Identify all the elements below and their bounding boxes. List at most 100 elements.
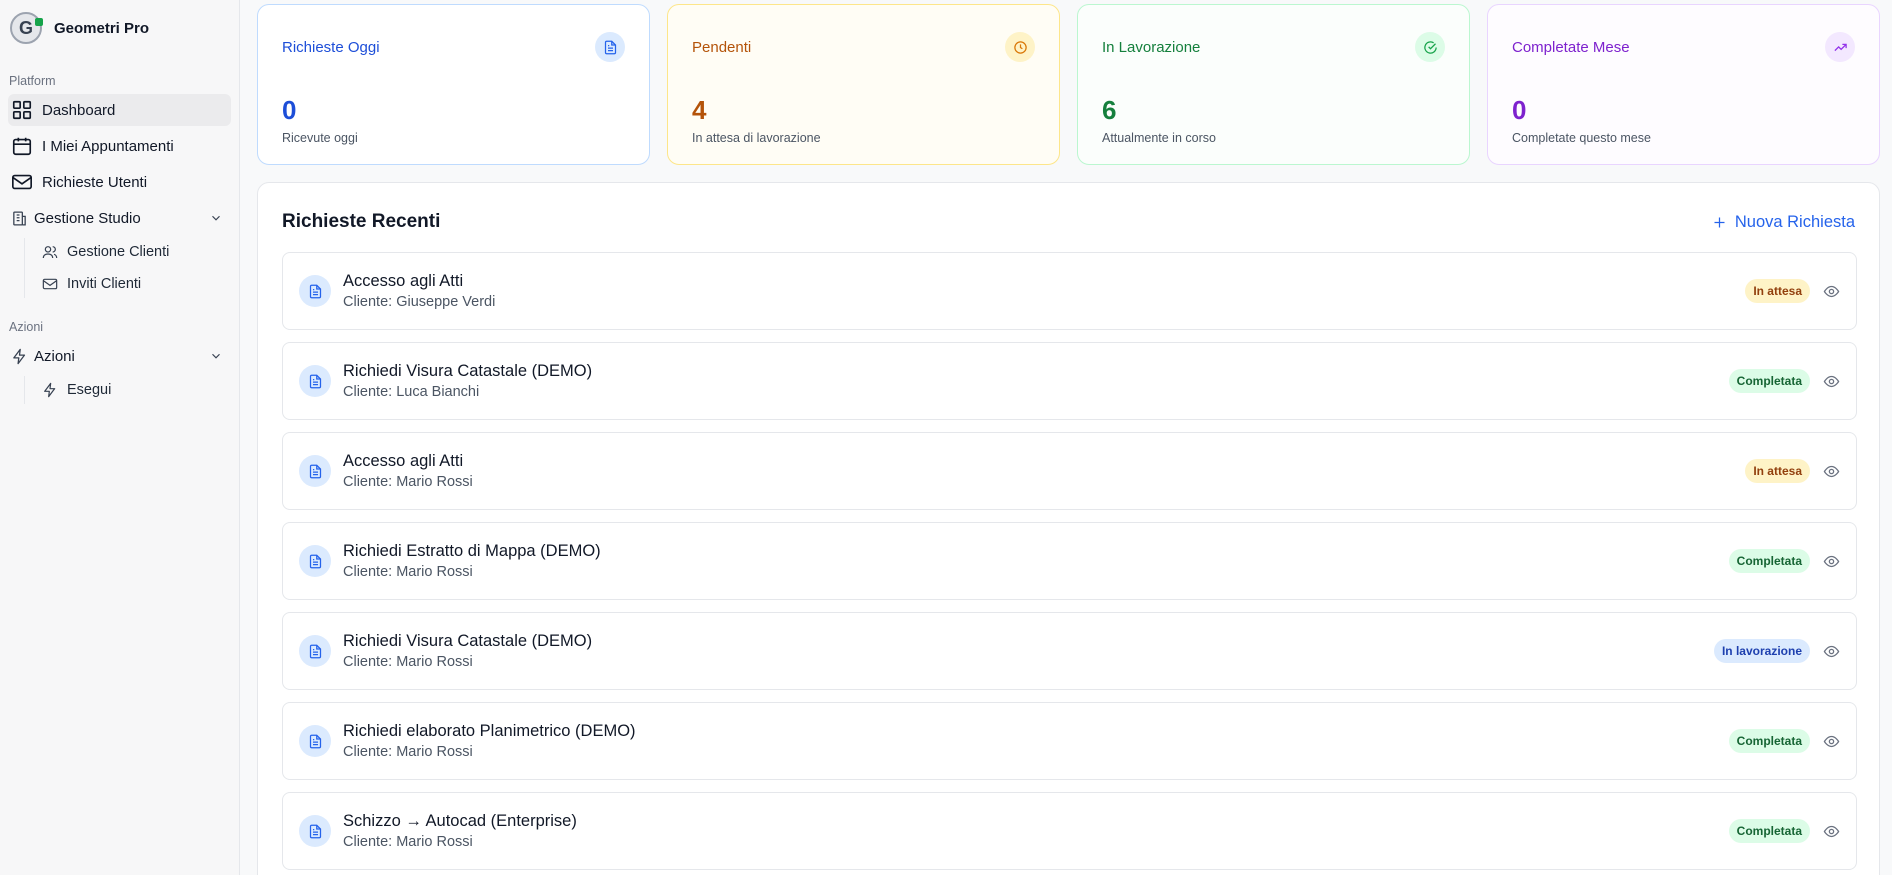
stat-desc: Completate questo mese (1512, 131, 1651, 145)
new-request-label: Nuova Richiesta (1734, 212, 1855, 231)
stat-desc: In attesa di lavorazione (692, 131, 821, 145)
request-title: Schizzo → Autocad (Enterprise) (343, 812, 577, 830)
sidebar: G Geometri Pro Platform Dashboard I Miei… (0, 0, 240, 875)
sidebar-group-label: Gestione Studio (34, 209, 141, 227)
group-label-platform: Platform (9, 74, 56, 88)
request-row[interactable]: Richiedi Visura Catastale (DEMO) Cliente… (282, 612, 1857, 690)
file-icon (299, 635, 331, 667)
sidebar-item-label: Gestione Clienti (67, 244, 170, 260)
stat-card-pendenti[interactable]: Pendenti 4 In attesa di lavorazione (667, 4, 1060, 165)
brand-name: Geometri Pro (54, 19, 150, 37)
request-row[interactable]: Schizzo → Autocad (Enterprise) Cliente: … (282, 792, 1857, 870)
bolt-icon (10, 347, 28, 365)
eye-icon[interactable] (1822, 282, 1840, 300)
chevron-down-icon (209, 349, 223, 363)
request-client: Cliente: Luca Bianchi (343, 384, 480, 400)
file-icon (299, 815, 331, 847)
file-icon (299, 545, 331, 577)
sidebar-group-gestione-studio[interactable]: Gestione Studio (8, 202, 231, 234)
check-circle-icon (1415, 32, 1445, 62)
request-client: Cliente: Mario Rossi (343, 654, 473, 670)
request-row[interactable]: Richiedi Visura Catastale (DEMO) Cliente… (282, 342, 1857, 420)
eye-icon[interactable] (1822, 552, 1840, 570)
sidebar-item-richieste-utenti[interactable]: Richieste Utenti (8, 166, 231, 198)
brand-logo-icon: G (10, 12, 43, 44)
sidebar-item-label: Inviti Clienti (67, 276, 142, 292)
request-title: Richiedi elaborato Planimetrico (DEMO) (343, 722, 636, 740)
eye-icon[interactable] (1822, 642, 1840, 660)
sidebar-group-azioni[interactable]: Azioni (8, 340, 231, 372)
stats-row: Richieste Oggi 0 Ricevute oggi Pendenti … (257, 4, 1880, 165)
sidebar-item-appuntamenti[interactable]: I Miei Appuntamenti (8, 130, 231, 162)
calendar-icon (10, 134, 34, 158)
stat-title: Completate Mese (1512, 39, 1630, 56)
request-row[interactable]: Accesso agli Atti Cliente: Giuseppe Verd… (282, 252, 1857, 330)
mail-icon (41, 275, 59, 293)
sidebar-item-inviti-clienti[interactable]: Inviti Clienti (33, 270, 231, 298)
stat-title: Richieste Oggi (282, 39, 380, 56)
request-row[interactable]: Accesso agli Atti Cliente: Mario Rossi I… (282, 432, 1857, 510)
file-icon (299, 725, 331, 757)
stat-card-in-lavorazione[interactable]: In Lavorazione 6 Attualmente in corso (1077, 4, 1470, 165)
status-badge: In attesa (1745, 459, 1810, 483)
stat-value: 0 (1512, 95, 1527, 125)
request-title: Accesso agli Atti (343, 272, 464, 290)
status-badge: Completata (1728, 819, 1810, 843)
stat-value: 6 (1102, 95, 1117, 125)
sidebar-item-label: Esegui (67, 382, 112, 398)
sidebar-item-label: I Miei Appuntamenti (42, 137, 174, 155)
file-icon (595, 32, 625, 62)
request-client: Cliente: Mario Rossi (343, 474, 473, 490)
status-badge: Completata (1728, 729, 1810, 753)
request-row[interactable]: Richiedi Estratto di Mappa (DEMO) Client… (282, 522, 1857, 600)
status-badge: In attesa (1745, 279, 1810, 303)
stat-card-completate-mese[interactable]: Completate Mese 0 Completate questo mese (1487, 4, 1880, 165)
stat-desc: Ricevute oggi (282, 131, 358, 145)
building-icon (10, 209, 28, 227)
main-content: Richieste Oggi 0 Ricevute oggi Pendenti … (240, 0, 1892, 875)
group-label-azioni: Azioni (9, 320, 44, 334)
eye-icon[interactable] (1822, 822, 1840, 840)
sidebar-item-esegui[interactable]: Esegui (33, 376, 231, 404)
status-badge: In lavorazione (1713, 639, 1810, 663)
plus-icon (1712, 215, 1727, 230)
panel-header: Richieste Recenti Nuova Richiesta (282, 209, 1855, 235)
request-client: Cliente: Mario Rossi (343, 834, 473, 850)
stat-value: 4 (692, 95, 707, 125)
stat-title: Pendenti (692, 39, 752, 56)
request-client: Cliente: Mario Rossi (343, 744, 473, 760)
status-badge: Completata (1728, 549, 1810, 573)
request-client: Cliente: Mario Rossi (343, 564, 473, 580)
request-title: Richiedi Visura Catastale (DEMO) (343, 632, 593, 650)
file-icon (299, 455, 331, 487)
request-client: Cliente: Giuseppe Verdi (343, 294, 496, 310)
file-icon (299, 365, 331, 397)
recent-requests-panel: Richieste Recenti Nuova Richiesta Access… (257, 182, 1880, 875)
sidebar-item-dashboard[interactable]: Dashboard (8, 94, 231, 126)
panel-title: Richieste Recenti (282, 211, 441, 232)
stat-card-richieste-oggi[interactable]: Richieste Oggi 0 Ricevute oggi (257, 4, 650, 165)
users-icon (41, 243, 59, 261)
chevron-down-icon (209, 211, 223, 225)
stat-desc: Attualmente in corso (1102, 131, 1216, 145)
mail-icon (10, 170, 34, 194)
request-title: Richiedi Visura Catastale (DEMO) (343, 362, 593, 380)
stat-title: In Lavorazione (1102, 39, 1201, 56)
eye-icon[interactable] (1822, 462, 1840, 480)
request-row[interactable]: Richiedi elaborato Planimetrico (DEMO) C… (282, 702, 1857, 780)
new-request-button[interactable]: Nuova Richiesta (1712, 213, 1855, 232)
eye-icon[interactable] (1822, 732, 1840, 750)
status-badge: Completata (1728, 369, 1810, 393)
stat-value: 0 (282, 95, 297, 125)
bolt-icon (41, 381, 59, 399)
sidebar-item-label: Dashboard (42, 101, 116, 119)
sidebar-group-label: Azioni (34, 347, 75, 365)
request-title: Richiedi Estratto di Mappa (DEMO) (343, 542, 601, 560)
sidebar-item-gestione-clienti[interactable]: Gestione Clienti (33, 238, 231, 266)
file-icon (299, 275, 331, 307)
eye-icon[interactable] (1822, 372, 1840, 390)
brand[interactable]: G Geometri Pro (8, 0, 231, 56)
request-title: Accesso agli Atti (343, 452, 464, 470)
sidebar-sublist-azioni: Esegui (24, 376, 231, 404)
clock-icon (1005, 32, 1035, 62)
